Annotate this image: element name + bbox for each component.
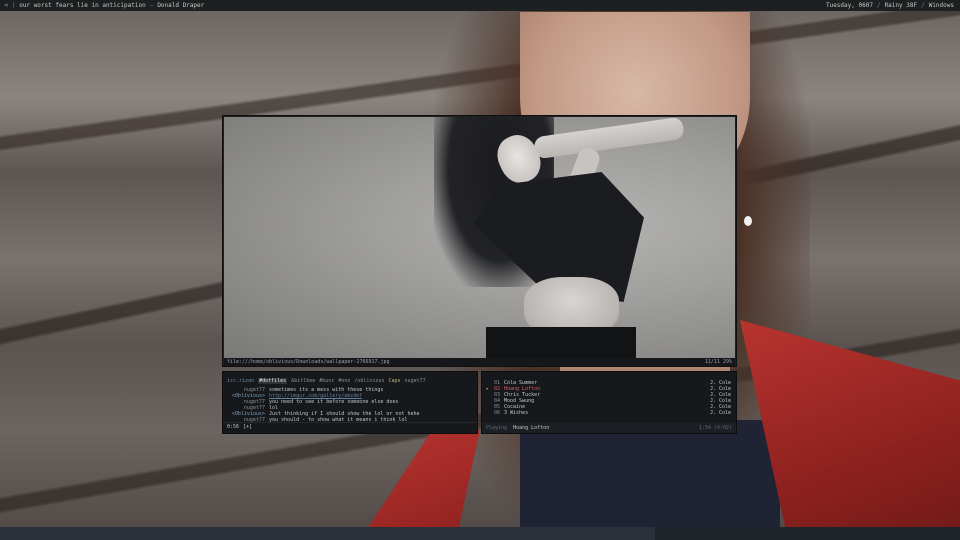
now-playing-title: Hoang Lofton (513, 425, 550, 431)
bottom-panel-segment (655, 527, 960, 540)
player-statusbar: Playing Hoang Lofton 1:54 (4:02) (482, 423, 736, 433)
photo-arm (533, 117, 685, 160)
image-viewer-window[interactable]: file:///home/oblivious/Downloads/wallpap… (222, 115, 737, 367)
irc-channel-tab[interactable]: Caps (389, 378, 401, 384)
wallpaper-earring (744, 216, 752, 226)
viewer-statusbar: file:///home/oblivious/Downloads/wallpap… (224, 358, 735, 366)
irc-channel-tab[interactable]: #bunc (319, 378, 334, 384)
now-playing-quote: our worst fears lie in anticipation (19, 2, 146, 9)
viewer-position: 11/11 29% (704, 359, 732, 365)
playlist-track[interactable]: 06 3 Wishes J. Cole (486, 410, 732, 416)
irc-text: you need to see it before someone else d… (269, 399, 399, 405)
arrow-icon[interactable]: ⊲ (4, 0, 8, 11)
irc-channel-tab[interactable]: &bitlbee (291, 378, 315, 384)
viewer-file-path: file:///home/oblivious/Downloads/wallpap… (227, 359, 390, 365)
right-separator: / (921, 2, 925, 9)
right-separator: / (876, 2, 881, 9)
irc-terminal[interactable]: irc.rizon #dotfiles &bitlbee #bunc #nnn … (222, 371, 478, 434)
wallpaper-shirt (520, 420, 780, 540)
clock-text: Tuesday, 0607 (825, 2, 873, 9)
topbar-separator: | (11, 2, 16, 9)
irc-channel-tab[interactable]: irc.rizon (227, 378, 254, 384)
irc-channel-tab[interactable]: nuget77 (405, 378, 426, 384)
irc-channel-tab[interactable]: #dotfiles (258, 378, 288, 384)
track-artist: J. Cole (710, 410, 732, 416)
weather-text: Rainy 38F (884, 2, 918, 9)
irc-channel-tab[interactable]: /oblivious (354, 378, 384, 384)
player-state: Playing (486, 425, 508, 431)
track-number: 06 (494, 410, 501, 416)
bottom-panel (0, 527, 960, 540)
irc-channel-tab[interactable]: #nnn (338, 378, 350, 384)
track-title: 3 Wishes (504, 410, 529, 416)
windows-menu[interactable]: Windows (929, 0, 954, 11)
irc-channel-bar: irc.rizon #dotfiles &bitlbee #bunc #nnn … (223, 372, 477, 387)
track-time: 1:54 (4:02) (698, 425, 732, 431)
viewer-photo (224, 117, 735, 358)
irc-divider (223, 422, 477, 423)
irc-input-time: 0:56 (227, 424, 240, 430)
top-status-bar: ⊲ | our worst fears lie in anticipation … (0, 0, 960, 11)
photo-pants (486, 327, 636, 358)
quote-author: Donald Draper (157, 2, 205, 9)
irc-input-prompt: [+] (243, 424, 253, 430)
irc-input[interactable]: 0:56 [+] (227, 424, 252, 430)
playlist: 01 Cola Summer J. Cole ▸ 02 Hoang Lofton… (482, 372, 736, 416)
quote-separator: – (149, 2, 154, 9)
music-player-terminal[interactable]: 01 Cola Summer J. Cole ▸ 02 Hoang Lofton… (481, 371, 737, 434)
